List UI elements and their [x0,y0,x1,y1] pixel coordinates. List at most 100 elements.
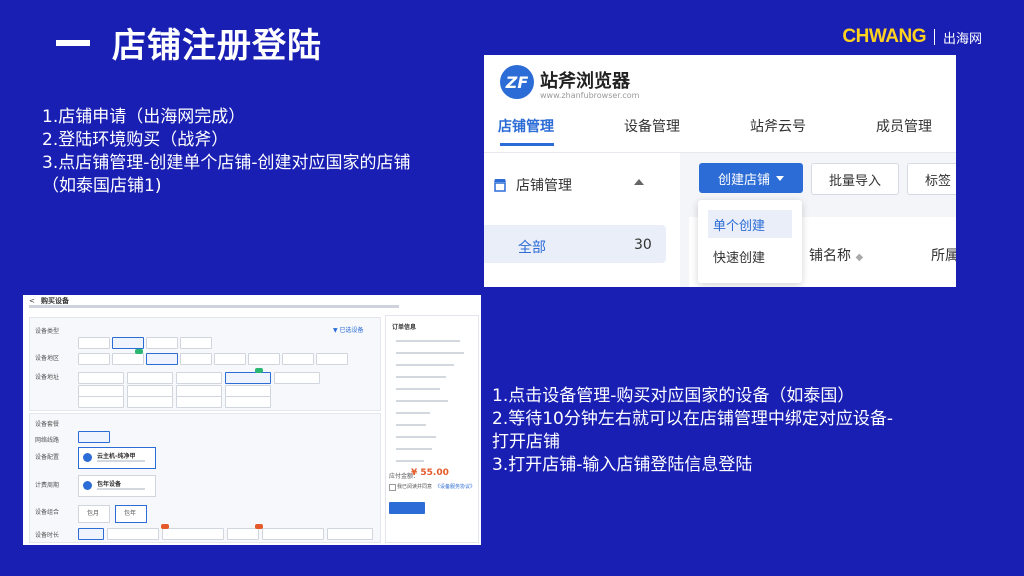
summary-line [396,388,440,390]
option-chip-selected[interactable] [78,528,104,540]
plan-card-selected[interactable]: 云主机-纯净甲 [78,447,156,469]
option-chip[interactable] [112,353,144,365]
browser-logo-url: www.zhanfubrowser.com [540,91,640,100]
chevron-down-icon [776,175,784,181]
summary-line [396,340,460,342]
tab-store-management[interactable]: 店铺管理 [498,116,554,136]
option-chip-selected[interactable] [225,372,271,384]
summary-line [396,364,454,366]
label-device-region: 设备地区 [35,355,60,362]
agree-link[interactable]: 《设备服务协议》 [435,483,475,490]
option-chip-selected[interactable] [112,337,144,349]
option-chip[interactable] [107,528,159,540]
step-line: 3.打开店铺-输入店铺登陆信息登陆 [492,455,753,475]
option-chip[interactable] [78,353,110,365]
create-store-label: 创建店铺 [717,172,770,188]
option-chip[interactable] [327,528,373,540]
option-chip[interactable] [316,353,348,365]
brand-separator [933,29,935,45]
discount-badge [161,524,169,529]
region-filter[interactable]: ▼ 已选设备 [333,325,364,334]
sidebar: 店铺管理 全部 30 [484,153,680,287]
column-group[interactable]: 所属 [931,245,956,265]
option-chip[interactable] [225,396,271,408]
option-chip[interactable] [262,528,324,540]
create-store-button[interactable]: 创建店铺 [699,163,803,193]
step-line: 1.点击设备管理-购买对应国家的设备（如泰国） [492,386,855,406]
plan-name: 包年设备 [97,481,122,488]
option-chip[interactable] [176,372,222,384]
step-line: 3.点店铺管理-创建单个店铺-创建对应国家的店铺 [42,153,411,173]
option-chip[interactable] [78,337,110,349]
summary-line [396,448,432,450]
option-chip[interactable] [282,353,314,365]
create-dropdown: 单个创建 快速创建 [698,200,802,283]
plan-desc [97,460,145,462]
brand-sub: 出海网 [942,31,982,47]
plan-card[interactable]: 包年设备 [78,475,156,497]
step-line: 1.店铺申请（出海网完成） [42,107,246,127]
period-option[interactable]: 包月 [78,505,110,523]
summary-line [396,436,436,438]
dropdown-item-single-create[interactable]: 单个创建 [708,210,792,238]
purchase-screenshot: < 购买设备 ▼ 已选设备 设备类型 设备地区 设备地址 设备套餐 网络线路 设… [23,295,481,545]
discount-badge [255,524,263,529]
option-chip[interactable] [162,528,224,540]
step-line: 打开店铺 [492,432,560,452]
batch-import-button[interactable]: 批量导入 [811,163,899,195]
tab-cloud-account[interactable]: 站斧云号 [750,116,806,136]
new-badge [135,349,143,354]
total-price: ¥ 55.00 [411,468,449,478]
buy-button[interactable] [389,502,425,514]
period-label: 包年 [124,510,137,517]
plan-desc [97,488,145,490]
summary-line [396,412,430,414]
option-chip[interactable] [176,396,222,408]
sidebar-all-count: 30 [634,237,652,253]
summary-line [396,400,448,402]
option-chip[interactable] [180,337,212,349]
slide-title: 店铺注册登陆 [112,26,322,66]
title-dash [56,40,90,46]
period-label: 包月 [87,510,100,517]
browser-logo-text: 站斧浏览器 [540,71,630,92]
column-store-name[interactable]: 铺名称 ◆ [809,245,863,265]
agree-checkbox[interactable] [389,484,396,491]
option-chip-selected[interactable] [78,431,110,443]
tab-member-management[interactable]: 成员管理 [876,116,932,136]
option-chip[interactable] [146,337,178,349]
option-chip[interactable] [214,353,246,365]
option-chip-selected[interactable] [146,353,178,365]
period-option-selected[interactable]: 包年 [115,505,147,523]
dropdown-item-quick-create[interactable]: 快速创建 [708,242,792,270]
browser-screenshot: ZF 站斧浏览器 www.zhanfubrowser.com 店铺管理 设备管理… [484,55,956,287]
sidebar-item-all[interactable]: 全部 30 [484,225,666,263]
summary-title: 订单信息 [392,324,417,331]
sort-icon[interactable]: ◆ [855,252,863,263]
option-chip[interactable] [180,353,212,365]
new-badge [255,368,263,373]
sidebar-item-label: 店铺管理 [516,178,572,194]
option-chip[interactable] [227,528,259,540]
back-icon[interactable]: < [29,297,35,305]
label-device-type: 设备类型 [35,328,60,335]
option-chip[interactable] [274,372,320,384]
shop-icon [494,179,506,192]
label-duration: 设备时长 [35,532,60,539]
sidebar-collapse-icon[interactable] [634,179,644,185]
option-chip[interactable] [78,396,124,408]
browser-header: ZF 站斧浏览器 www.zhanfubrowser.com 店铺管理 设备管理… [484,55,956,153]
option-chip[interactable] [248,353,280,365]
option-chip[interactable] [127,372,173,384]
summary-line [396,424,426,426]
tab-device-management[interactable]: 设备管理 [624,116,680,136]
label-network: 网络线路 [35,437,60,444]
purchase-description [29,305,399,308]
summary-line [396,376,446,378]
plan-icon [83,481,92,490]
option-chip[interactable] [127,396,173,408]
tag-button[interactable]: 标签 [907,163,956,195]
summary-line [396,352,464,354]
option-chip[interactable] [78,372,124,384]
sidebar-item-store-management[interactable]: 店铺管理 [492,175,572,195]
